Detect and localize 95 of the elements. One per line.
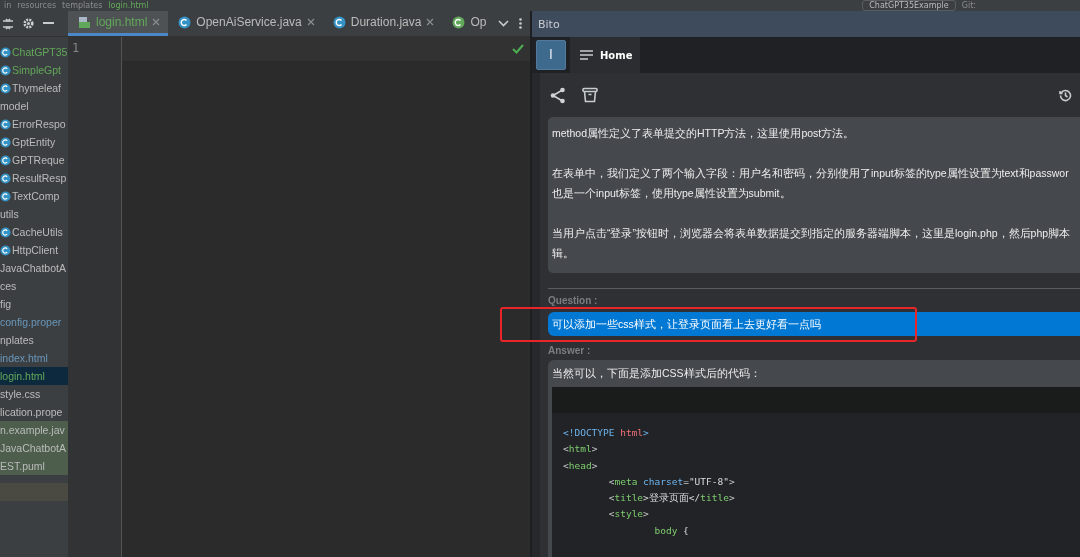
history-icon[interactable]: [1059, 88, 1072, 102]
tree-item[interactable]: config.proper: [0, 316, 62, 328]
code-line: <head>: [563, 458, 599, 473]
question-text: 可以添加一些css样式，让登录页面看上去更好看一点吗: [548, 312, 1080, 336]
tree-item[interactable]: lication.prope: [0, 406, 63, 418]
chevron-down-icon[interactable]: [498, 20, 509, 27]
breadcrumb-item[interactable]: templates: [62, 0, 103, 11]
tree-item[interactable]: ResultResp: [12, 172, 67, 184]
tree-row[interactable]: SimpleGpt: [0, 61, 68, 79]
minimize-icon[interactable]: [43, 22, 54, 25]
tree-item[interactable]: HttpClient: [12, 244, 59, 256]
tree-item[interactable]: login.html: [0, 370, 45, 382]
tree-item[interactable]: TextComp: [12, 190, 60, 202]
tree-row[interactable]: ResultResp: [0, 169, 68, 187]
answer-label: Answer :: [548, 344, 592, 358]
panel-title: Bito: [538, 17, 560, 31]
tree-item[interactable]: fig: [0, 298, 12, 310]
tree-row[interactable]: style.css: [0, 385, 68, 403]
tree-item[interactable]: model: [0, 100, 29, 112]
more-icon[interactable]: [519, 18, 522, 29]
tree-item[interactable]: SimpleGpt: [12, 64, 62, 76]
code-line: <title>登录页面</title>: [607, 491, 736, 506]
tree-item[interactable]: CacheUtils: [12, 226, 63, 238]
line-number: 1: [71, 41, 81, 57]
code-line: body {: [653, 523, 690, 538]
class-icon: [0, 64, 11, 76]
class-icon: [0, 190, 11, 202]
tree-row[interactable]: index.html: [0, 349, 68, 367]
class-icon: [178, 15, 192, 29]
close-icon[interactable]: [426, 18, 435, 26]
tree-row[interactable]: fig: [0, 295, 68, 313]
tree-row[interactable]: Thymeleaf: [0, 79, 68, 97]
tree-row[interactable]: ces: [0, 277, 68, 295]
answer-paragraph: 在表单中，我们定义了两个输入字段：用户名和密码，分别使用了input标签的type属性设置为text和passwor 也是一个input标签，使用type属性设置为submit。: [552, 166, 1070, 201]
class-icon: [332, 15, 346, 29]
html-file-icon: [78, 15, 91, 29]
checkmark-icon: [512, 44, 524, 54]
code-line: <!DOCTYPE html>: [563, 426, 650, 440]
tree-item[interactable]: ChatGPT35: [12, 46, 68, 58]
tree-item[interactable]: Thymeleaf: [12, 82, 62, 94]
class-icon: [0, 118, 11, 130]
tree-row[interactable]: EST.puml: [0, 457, 68, 475]
answer-text: 当然可以，下面是添加CSS样式后的代码：: [552, 366, 762, 381]
avatar[interactable]: l: [536, 40, 566, 70]
tree-row[interactable]: ChatGPT35: [0, 43, 68, 61]
tree-row[interactable]: TextComp: [0, 187, 68, 205]
editor-tab[interactable]: Op: [442, 11, 495, 36]
tree-item[interactable]: GPTReque: [12, 154, 65, 166]
tree-row[interactable]: CacheUtils: [0, 223, 68, 241]
tree-row[interactable]: ErrorRespo: [0, 115, 68, 133]
code-line: <html>: [563, 442, 599, 457]
tree-row[interactable]: utils: [0, 205, 68, 223]
vcs-label: Git:: [961, 0, 976, 11]
editor-tab[interactable]: OpenAiService.java: [168, 11, 323, 36]
class-icon: [0, 46, 11, 58]
tree-row[interactable]: config.proper: [0, 313, 68, 331]
tree-row[interactable]: login.html: [0, 367, 68, 385]
code-line: <meta charset="UTF-8">: [607, 474, 736, 489]
highlight-band: [0, 483, 68, 501]
answer-paragraph: method属性定义了表单提交的HTTP方法，这里使用post方法。: [552, 126, 856, 141]
tree-item[interactable]: ces: [0, 280, 17, 292]
class-icon: [0, 136, 11, 148]
home-tab[interactable]: Home: [570, 37, 641, 73]
class-icon: [0, 154, 11, 166]
tree-item[interactable]: ErrorRespo: [12, 118, 66, 130]
tree-item[interactable]: style.css: [0, 388, 41, 400]
interface-icon: [452, 15, 466, 29]
class-icon: [0, 172, 11, 184]
tree-row[interactable]: lication.prope: [0, 403, 68, 421]
settings-icon[interactable]: [22, 17, 35, 30]
tree-item[interactable]: EST.puml: [0, 460, 45, 472]
editor-tab[interactable]: Duration.java: [322, 11, 443, 36]
menu-icon: [580, 50, 593, 60]
collapse-all-icon[interactable]: [2, 17, 14, 30]
breadcrumb-item[interactable]: in: [4, 0, 12, 11]
tree-row[interactable]: nplates: [0, 331, 68, 349]
tree-row[interactable]: GPTReque: [0, 151, 68, 169]
class-icon: [0, 244, 11, 256]
close-icon[interactable]: [306, 18, 315, 26]
class-icon: [0, 82, 11, 94]
question-label: Question :: [548, 294, 599, 308]
breadcrumb-item[interactable]: login.html: [108, 0, 149, 11]
tree-item[interactable]: index.html: [0, 352, 48, 364]
share-icon[interactable]: [550, 86, 566, 104]
tree-item[interactable]: nplates: [0, 334, 34, 346]
trash-icon[interactable]: [582, 87, 598, 103]
answer-paragraph: 当用户点击“登录”按钮时，浏览器会将表单数据提交到指定的服务器端脚本，这里是login.php，然后php脚本 辑。: [552, 226, 1072, 261]
code-line: <style>: [607, 507, 650, 522]
tree-item[interactable]: utils: [0, 208, 19, 220]
tree-item[interactable]: GptEntity: [12, 136, 56, 148]
breadcrumb-item[interactable]: resources: [17, 0, 57, 11]
class-icon: [0, 226, 11, 238]
tree-row[interactable]: HttpClient: [0, 241, 68, 259]
tree-row[interactable]: GptEntity: [0, 133, 68, 151]
tree-row[interactable]: model: [0, 97, 68, 115]
